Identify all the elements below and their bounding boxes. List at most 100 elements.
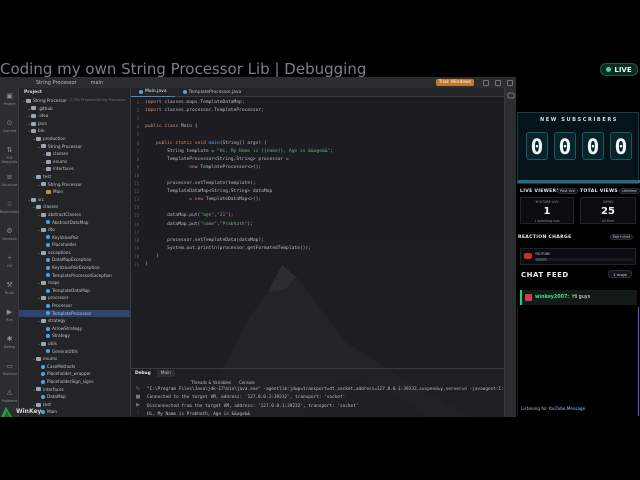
tree-item[interactable]: ⌄ classes xyxy=(19,203,130,211)
tree-item[interactable]: ⌄ processor xyxy=(19,294,130,302)
tree-item[interactable]: Placeholder xyxy=(19,241,130,249)
tree-item[interactable]: ⌄ enums xyxy=(19,158,130,166)
git-icon[interactable]: ⑂ xyxy=(3,254,16,263)
tree-item[interactable]: ⌄ strategy xyxy=(19,317,130,325)
rerun-icon[interactable]: ↻ xyxy=(133,386,143,394)
resume-icon[interactable]: ▶ xyxy=(133,402,143,410)
stop-icon[interactable]: ■ xyxy=(133,394,143,402)
pull-requests-icon[interactable]: ⇅ xyxy=(3,146,16,155)
folder-icon xyxy=(41,144,46,149)
run-icon[interactable]: ▶ xyxy=(3,308,16,317)
debug-tabs: Debug Main xyxy=(131,369,516,378)
folder-icon xyxy=(41,341,46,346)
folder-icon xyxy=(36,205,41,210)
new-subscribers-title: NEW SUBSCRIBERS xyxy=(540,117,618,123)
code-line: 5 xyxy=(131,131,145,139)
editor-tab[interactable]: TemplateProcessor.java xyxy=(175,88,250,97)
tool-window-label: Git xyxy=(7,264,12,268)
minimize-icon[interactable] xyxy=(495,79,501,86)
tree-item[interactable]: TemplateProcessor xyxy=(19,309,130,318)
tree-item[interactable]: ⌄ dto xyxy=(19,226,130,234)
tree-item[interactable]: DataMapException xyxy=(19,256,130,264)
tree-item[interactable]: ⌄ exceptions xyxy=(19,249,130,257)
project-switcher[interactable]: String Processor xyxy=(36,80,77,86)
code-line: 8 TemplateProcessor<String,String> proce… xyxy=(131,156,289,164)
code-editor[interactable]: Main.java TemplateProcessor.java 1 import … xyxy=(131,88,516,368)
tree-item[interactable]: ⌄ interfaces xyxy=(19,165,130,173)
trial-button[interactable]: Trial: Windows xyxy=(435,79,474,86)
tree-item-label: String Processor xyxy=(48,143,82,149)
threads-variables-tab[interactable]: Threads & Variables xyxy=(191,380,231,385)
tree-item[interactable]: ⌄ bin xyxy=(19,127,130,135)
tree-item-label: interfaces xyxy=(53,166,74,172)
console-output[interactable]: "C:\Program Files\Java\jdk-17\bin\java.e… xyxy=(147,386,514,417)
tree-item[interactable]: ⌄ Java xyxy=(19,120,130,128)
tree-item[interactable]: DataMap xyxy=(19,393,130,401)
folder-icon xyxy=(26,98,31,103)
tree-item[interactable]: KeyValuePair xyxy=(19,234,130,242)
class-icon xyxy=(41,372,45,377)
code-token: processor.setTemplateData(dataMap); xyxy=(145,237,264,243)
tool-window-label: Problems xyxy=(1,399,18,403)
close-icon[interactable] xyxy=(507,79,513,86)
subscriber-counter: 0 0 0 0 xyxy=(526,132,632,160)
debug-session-tab[interactable]: Main xyxy=(156,370,175,377)
tree-item[interactable]: TemplateDataMap xyxy=(19,287,130,295)
tree-item[interactable]: ⌄ String Processor C:\My Projects\String P… xyxy=(19,97,130,105)
tree-item[interactable]: ⌄ String Processor xyxy=(19,143,130,151)
notifications-icon[interactable] xyxy=(505,88,516,118)
tree-item[interactable]: KeyValuePairException xyxy=(19,264,130,272)
folder-icon xyxy=(41,250,46,255)
code-token: } xyxy=(145,253,159,259)
code-line: 2 import classes.processor.TemplateProces… xyxy=(131,107,264,115)
editor-tab-label: Main.java xyxy=(145,89,167,94)
code-token: = new xyxy=(145,197,206,203)
tree-item[interactable]: ⌄ utils xyxy=(19,340,130,348)
tree-item[interactable]: ⌄ .idea xyxy=(19,112,130,120)
services-icon[interactable]: ⚙ xyxy=(3,227,16,236)
tree-item[interactable]: Strategy xyxy=(19,332,130,340)
tree-item[interactable]: ⌄ .github xyxy=(19,105,130,113)
tree-item[interactable]: ⌄ production xyxy=(19,135,130,143)
streamer-name: WinKey xyxy=(16,408,42,415)
tree-item[interactable]: Processor xyxy=(19,302,130,310)
tree-item[interactable]: AbstractDataMap xyxy=(19,219,130,227)
more-icon[interactable]: ⋮ xyxy=(133,410,143,417)
tree-item[interactable]: ArrowStrategy xyxy=(19,325,130,333)
tree-item[interactable]: ⌄ test xyxy=(19,173,130,181)
tree-item[interactable]: ⌄ src xyxy=(19,196,130,204)
terminal-icon[interactable]: ▭ xyxy=(3,362,16,371)
tree-item-label: GeneralUtils xyxy=(52,348,78,354)
build-icon[interactable]: ⚒ xyxy=(3,281,16,290)
project-icon[interactable]: ▣ xyxy=(3,92,16,101)
tree-item[interactable]: ⌄ abstractClasses xyxy=(19,211,130,219)
tree-item[interactable]: GeneralUtils xyxy=(19,348,130,356)
line-number: 7 xyxy=(136,148,139,154)
console-tab[interactable]: Console xyxy=(239,380,255,385)
tree-item[interactable]: CaseMethods xyxy=(19,363,130,371)
code-token: String template = xyxy=(145,148,217,154)
project-panel-header[interactable]: Project xyxy=(19,88,130,97)
code-token: "Hi, My Name is {{name}}, Age is &&age&&… xyxy=(216,148,331,154)
tree-item[interactable]: ⌄ interfaces xyxy=(19,386,130,394)
tree-item[interactable]: ⌄ classes xyxy=(19,150,130,158)
tree-item[interactable]: ⌄ enums xyxy=(19,355,130,363)
editor-tab[interactable]: Main.java xyxy=(131,88,175,97)
structure-icon[interactable]: ≡ xyxy=(3,173,16,182)
folder-icon xyxy=(41,281,46,286)
bookmarks-icon[interactable]: ☆ xyxy=(3,200,16,209)
code-token: new xyxy=(145,164,201,170)
tree-item[interactable]: Main xyxy=(19,188,130,196)
commit-icon[interactable]: ⊙ xyxy=(3,119,16,128)
tree-item[interactable]: TemplateProcessorException xyxy=(19,272,130,280)
settings-icon[interactable] xyxy=(483,79,489,86)
branch-switcher[interactable]: main xyxy=(91,80,104,86)
tree-item[interactable]: ⌄ maps xyxy=(19,279,130,287)
problems-icon[interactable]: ⚠ xyxy=(3,389,16,398)
code-area[interactable]: 1 import classes.maps.TemplateDataMap; 2 im… xyxy=(131,97,516,368)
debug-icon[interactable]: ✱ xyxy=(3,335,16,344)
tree-item[interactable]: PlaceholderSign_signs xyxy=(19,378,130,386)
tree-item[interactable]: ⌄ String Processor xyxy=(19,181,130,189)
total-views-sub: all time xyxy=(602,219,614,223)
tree-item[interactable]: Placeholder_wrapper xyxy=(19,370,130,378)
